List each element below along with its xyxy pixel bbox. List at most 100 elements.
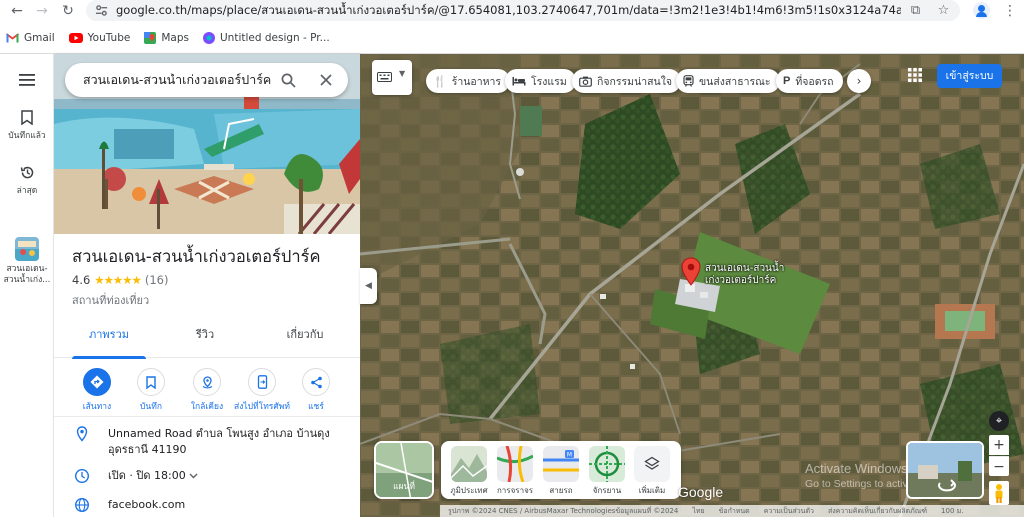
chip-label: ที่จอดรถ	[795, 75, 834, 88]
terrain-icon	[451, 446, 487, 482]
map-type-label: แผนที่	[393, 482, 415, 492]
tab-about[interactable]: เกี่ยวกับ	[268, 317, 342, 358]
zoom-in-button[interactable]: +	[989, 435, 1009, 455]
nearby-icon	[202, 375, 212, 389]
street-view-preview[interactable]	[906, 441, 984, 499]
menu-button[interactable]	[0, 74, 54, 89]
profile-avatar[interactable]	[973, 2, 990, 19]
bookmark-youtube[interactable]: YouTube	[68, 32, 130, 44]
chip-label: โรงแรม	[531, 75, 567, 88]
address-row[interactable]: Unnamed Road ตำบล โพนสูง อำเภอ บ้านดุง อ…	[54, 426, 360, 466]
site-info-icon[interactable]	[95, 4, 108, 17]
url-text[interactable]: google.co.th/maps/place/สวนเอเดน-สวนน้ำเ…	[116, 2, 901, 20]
pegman-button[interactable]	[989, 481, 1009, 505]
left-rail: บันทึกแล้ว ล่าสุด สวนเอเดน-สวนน้ำเก่ง...	[0, 54, 54, 517]
directions-icon	[90, 375, 104, 389]
scale-label[interactable]: 100 ม.	[941, 506, 963, 517]
imagery-credit: รูปภาพ ©2024 CNES / AirbusMaxar Technolo…	[448, 506, 679, 515]
share-icon	[310, 376, 322, 388]
hours-row[interactable]: เปิด · ปิด 18:00	[54, 468, 360, 490]
place-category[interactable]: สถานที่ท่องเที่ยว	[72, 291, 149, 309]
parking-icon: P	[783, 75, 791, 87]
back-icon[interactable]: ←	[8, 2, 26, 20]
sign-in-button[interactable]: เข้าสู่ระบบ	[937, 64, 1002, 88]
action-label: เส้นทาง	[82, 402, 112, 412]
transit-lines-icon: M	[543, 446, 579, 482]
review-count-link[interactable]: (16)	[145, 273, 169, 287]
nearby-button[interactable]: ใกล้เคียง	[178, 368, 236, 413]
language-link[interactable]: ไทย	[692, 506, 704, 517]
chip-transit[interactable]: ขนส่งสาธารณะ	[676, 69, 780, 93]
recent-label: ล่าสุด	[16, 186, 38, 196]
recent-place-label: สวนเอเดน-สวนน้ำเก่ง...	[3, 264, 51, 285]
hotel-icon	[512, 77, 526, 86]
marker-label[interactable]: สวนเอเดน-สวนน้ำเก่งวอเตอร์ปาร์ค	[705, 263, 795, 287]
rating-value: 4.6	[72, 273, 91, 287]
google-logo: Google	[678, 484, 724, 500]
terms-link[interactable]: ข้อกำหนด	[719, 506, 750, 517]
layer-transit[interactable]: M สายรถ	[542, 446, 580, 497]
zoom-out-button[interactable]: −	[989, 456, 1009, 476]
action-label: บันทึก	[140, 402, 162, 412]
chevron-left-icon: ◀	[365, 281, 372, 291]
browser-menu-icon[interactable]: ⋮	[1001, 2, 1019, 20]
dropdown-caret-icon: ▼	[399, 69, 406, 78]
chip-things-to-do[interactable]: กิจกรรมน่าสนใจ	[572, 69, 682, 93]
close-icon[interactable]	[320, 74, 332, 86]
search-icon[interactable]	[281, 73, 296, 88]
reload-icon[interactable]: ↻	[59, 2, 77, 20]
bookmark-label: Gmail	[24, 32, 55, 44]
my-location-icon: ⌖	[995, 414, 1003, 427]
website-row[interactable]: facebook.com	[54, 497, 360, 517]
google-apps-icon[interactable]	[906, 66, 924, 84]
history-icon	[20, 166, 33, 179]
my-location-button[interactable]: ⌖	[989, 411, 1009, 431]
action-label: ใกล้เคียง	[190, 402, 224, 412]
layer-traffic[interactable]: การจราจร	[496, 446, 534, 497]
layer-terrain[interactable]: ภูมิประเทศ	[450, 446, 488, 497]
chevron-down-icon[interactable]	[189, 473, 198, 479]
chip-hotels[interactable]: โรงแรม	[505, 69, 576, 93]
chip-label: ร้านอาหาร	[451, 75, 502, 88]
share-button[interactable]: แชร์	[287, 368, 345, 413]
feedback-link[interactable]: ส่งความคิดเห็นเกี่ยวกับผลิตภัณฑ์	[828, 506, 927, 517]
keyboard-icon	[377, 72, 392, 82]
bookmarks-bar: Gmail YouTube Maps Untitled design - Pr.…	[0, 28, 344, 48]
layer-more[interactable]: เพิ่มเติม	[633, 446, 671, 497]
recent-button[interactable]: ล่าสุด	[0, 165, 54, 197]
layer-label: จักรยาน	[592, 486, 622, 495]
collapse-panel-button[interactable]: ◀	[360, 268, 377, 304]
search-box	[65, 63, 348, 97]
send-to-phone-icon	[257, 375, 267, 389]
bookmark-star-icon[interactable]: ☆	[936, 3, 951, 18]
layer-biking[interactable]: จักรยาน	[588, 446, 626, 497]
bookmark-gmail[interactable]: Gmail	[6, 32, 55, 44]
chip-parking[interactable]: P ที่จอดรถ	[776, 69, 843, 93]
search-input[interactable]	[83, 72, 273, 88]
privacy-link[interactable]: ความเป็นส่วนตัว	[764, 506, 814, 517]
tab-overview[interactable]: ภาพรวม	[72, 317, 146, 359]
saved-button[interactable]: บันทึกแล้ว	[0, 110, 54, 142]
input-tools-button[interactable]: ▼	[372, 60, 412, 95]
save-button[interactable]: บันทึก	[122, 368, 180, 413]
tab-reviews[interactable]: รีวิว	[168, 317, 242, 358]
website-text: facebook.com	[108, 498, 186, 511]
bookmark-icon	[146, 375, 156, 389]
recent-place-button[interactable]: สวนเอเดน-สวนน้ำเก่ง...	[0, 237, 54, 286]
address-bar[interactable]: google.co.th/maps/place/สวนเอเดน-สวนน้ำเ…	[86, 0, 960, 21]
directions-button[interactable]: เส้นทาง	[68, 368, 126, 413]
bookmark-maps[interactable]: Maps	[144, 32, 189, 44]
place-title: สวนเอเดน-สวนน้ำเก่งวอเตอร์ปาร์ค	[72, 247, 321, 266]
install-app-icon[interactable]: ⧉	[908, 3, 923, 18]
plus-icon: +	[993, 437, 1005, 453]
chip-restaurants[interactable]: 🍴 ร้านอาหาร	[426, 69, 511, 93]
rating-stars: ★★★★★	[94, 273, 142, 287]
hamburger-menu-icon	[19, 74, 35, 86]
send-to-phone-button[interactable]: ส่งไปที่โทรศัพท์	[230, 368, 294, 413]
chips-next-button[interactable]: ›	[847, 69, 871, 93]
map-type-toggle[interactable]: แผนที่	[374, 441, 434, 499]
forward-icon[interactable]: →	[33, 2, 51, 20]
chip-label: กิจกรรมน่าสนใจ	[597, 75, 673, 88]
bookmark-untitled-design[interactable]: Untitled design - Pr...	[202, 32, 330, 44]
location-marker-icon[interactable]	[680, 257, 702, 287]
